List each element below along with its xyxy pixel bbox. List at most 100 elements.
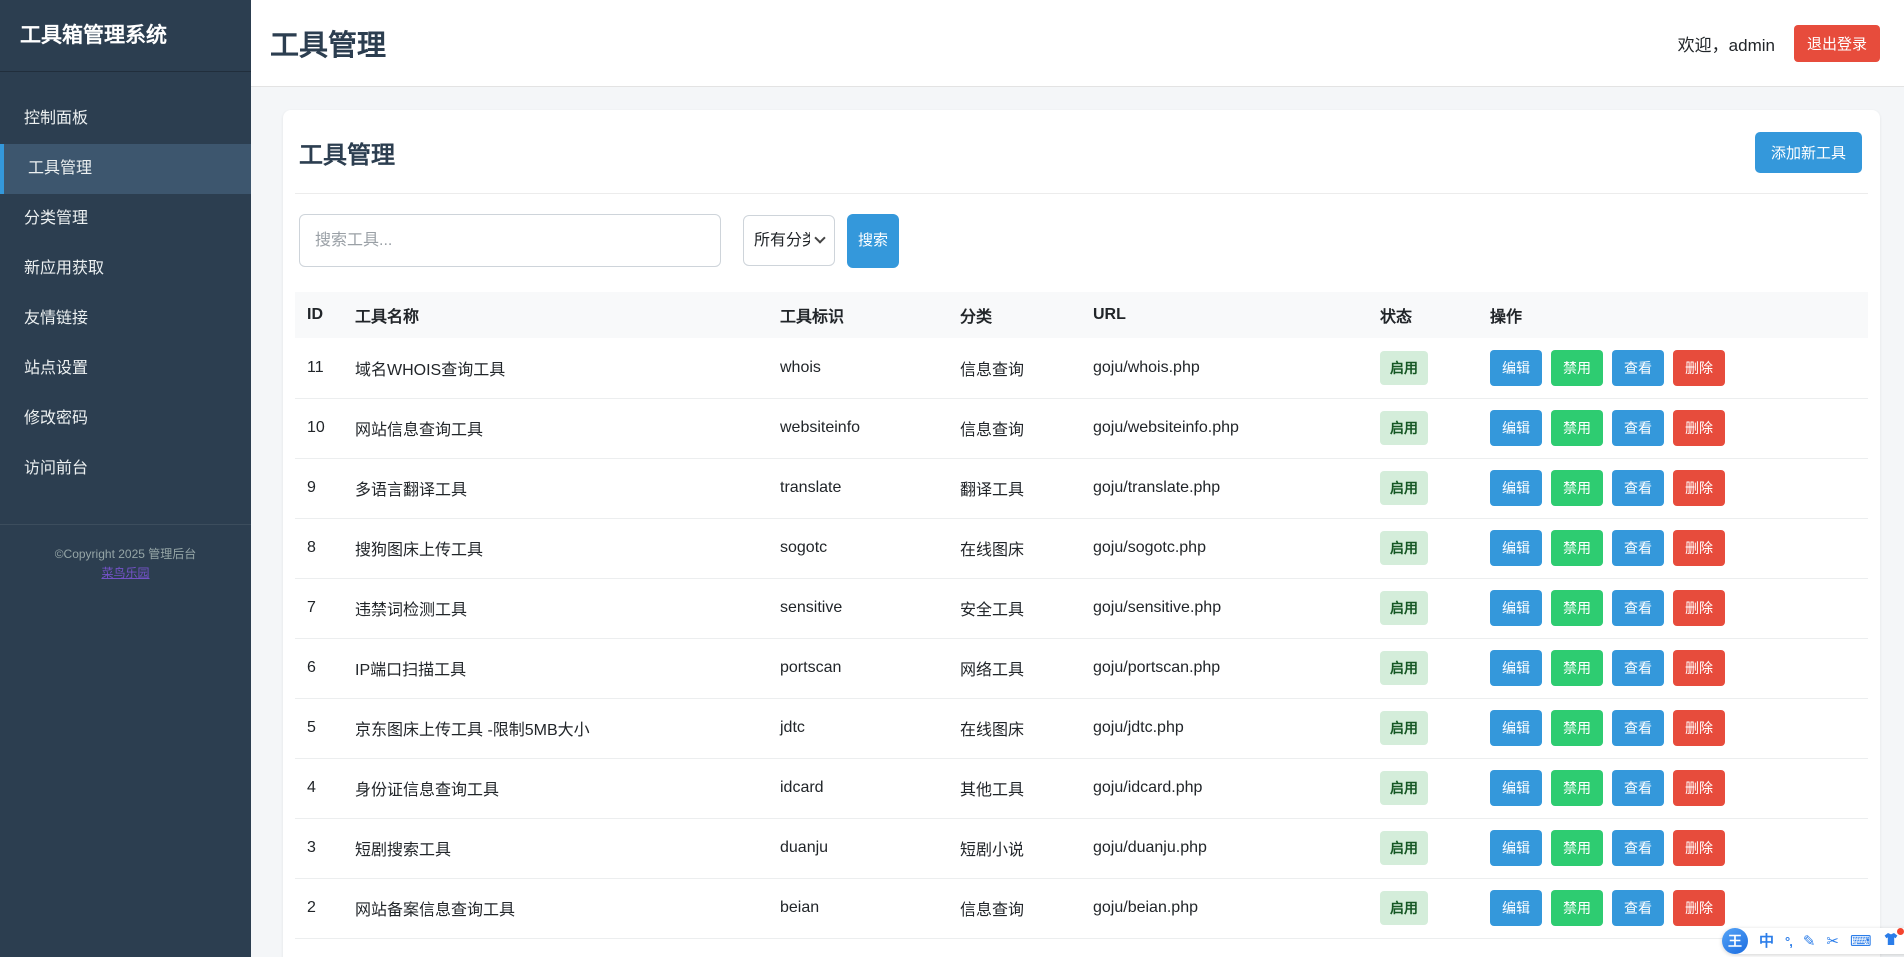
cell-category: 在线图床 — [948, 698, 1081, 758]
content: 工具管理 添加新工具 所有分类 搜索 ID工具 — [251, 87, 1904, 957]
cell-actions: 编辑禁用查看删除 — [1478, 458, 1868, 518]
delete-button[interactable]: 删除 — [1673, 710, 1725, 746]
edit-button[interactable]: 编辑 — [1490, 710, 1542, 746]
status-badge: 启用 — [1380, 591, 1428, 625]
cell-status: 启用 — [1368, 578, 1478, 638]
view-button[interactable]: 查看 — [1612, 770, 1664, 806]
view-button[interactable]: 查看 — [1612, 890, 1664, 926]
skin-icon[interactable] — [1883, 932, 1899, 950]
cell-slug: sogotc — [768, 518, 948, 578]
sidebar: 工具箱管理系统 控制面板工具管理分类管理新应用获取友情链接站点设置修改密码访问前… — [0, 0, 251, 957]
edit-button[interactable]: 编辑 — [1490, 530, 1542, 566]
handwriting-icon[interactable]: ✎ — [1803, 934, 1816, 949]
view-button[interactable]: 查看 — [1612, 650, 1664, 686]
topbar: 工具管理 欢迎，admin 退出登录 — [251, 0, 1904, 87]
delete-button[interactable]: 删除 — [1673, 830, 1725, 866]
keyboard-icon[interactable]: ⌨ — [1850, 934, 1872, 949]
table-row: 5京东图床上传工具 -限制5MB大小jdtc在线图床goju/jdtc.php启… — [295, 698, 1868, 758]
sidebar-footer: ©Copyright 2025 管理后台 菜鸟乐园 — [0, 524, 251, 583]
view-button[interactable]: 查看 — [1612, 590, 1664, 626]
ime-logo-icon[interactable]: 王 — [1722, 928, 1748, 954]
topbar-right: 欢迎，admin 退出登录 — [1678, 25, 1880, 62]
cell-category: 安全工具 — [948, 578, 1081, 638]
delete-button[interactable]: 删除 — [1673, 530, 1725, 566]
table-row: 9多语言翻译工具translate翻译工具goju/translate.php启… — [295, 458, 1868, 518]
edit-button[interactable]: 编辑 — [1490, 590, 1542, 626]
edit-button[interactable]: 编辑 — [1490, 890, 1542, 926]
edit-button[interactable]: 编辑 — [1490, 410, 1542, 446]
cell-slug: sensitive — [768, 578, 948, 638]
cell-status: 启用 — [1368, 758, 1478, 818]
sidebar-item-visit-frontend[interactable]: 访问前台 — [0, 444, 251, 494]
view-button[interactable]: 查看 — [1612, 350, 1664, 386]
delete-button[interactable]: 删除 — [1673, 410, 1725, 446]
status-badge: 启用 — [1380, 471, 1428, 505]
sidebar-item-tool-management[interactable]: 工具管理 — [0, 144, 251, 194]
delete-button[interactable]: 删除 — [1673, 590, 1725, 626]
delete-button[interactable]: 删除 — [1673, 770, 1725, 806]
edit-button[interactable]: 编辑 — [1490, 770, 1542, 806]
disable-button[interactable]: 禁用 — [1551, 770, 1603, 806]
table-row: 7违禁词检测工具sensitive安全工具goju/sensitive.php启… — [295, 578, 1868, 638]
sidebar-item-friend-links[interactable]: 友情链接 — [0, 294, 251, 344]
logout-button[interactable]: 退出登录 — [1794, 25, 1880, 62]
disable-button[interactable]: 禁用 — [1551, 650, 1603, 686]
disable-button[interactable]: 禁用 — [1551, 890, 1603, 926]
column-header-slug: 工具标识 — [768, 292, 948, 338]
sidebar-item-dashboard[interactable]: 控制面板 — [0, 94, 251, 144]
search-input[interactable] — [299, 214, 721, 267]
page-title: 工具管理 — [270, 22, 386, 64]
sidebar-item-new-app-fetch[interactable]: 新应用获取 — [0, 244, 251, 294]
search-button[interactable]: 搜索 — [847, 214, 899, 268]
table-row: 11域名WHOIS查询工具whois信息查询goju/whois.php启用编辑… — [295, 338, 1868, 398]
ime-language-mode-icon[interactable]: 中 — [1759, 934, 1774, 949]
cell-id: 11 — [295, 338, 343, 398]
table-row: 10网站信息查询工具websiteinfo信息查询goju/websiteinf… — [295, 398, 1868, 458]
edit-button[interactable]: 编辑 — [1490, 830, 1542, 866]
cell-url: goju/sensitive.php — [1081, 578, 1368, 638]
cell-url: goju/translate.php — [1081, 458, 1368, 518]
disable-button[interactable]: 禁用 — [1551, 710, 1603, 746]
cell-category: 翻译工具 — [948, 458, 1081, 518]
disable-button[interactable]: 禁用 — [1551, 590, 1603, 626]
delete-button[interactable]: 删除 — [1673, 890, 1725, 926]
disable-button[interactable]: 禁用 — [1551, 350, 1603, 386]
view-button[interactable]: 查看 — [1612, 410, 1664, 446]
sidebar-nav: 控制面板工具管理分类管理新应用获取友情链接站点设置修改密码访问前台 — [0, 72, 251, 494]
punctuation-icon[interactable]: °, — [1785, 935, 1792, 948]
cell-category: 其他工具 — [948, 758, 1081, 818]
category-select[interactable]: 所有分类 — [743, 215, 835, 266]
scissors-icon[interactable]: ✂ — [1826, 934, 1839, 949]
view-button[interactable]: 查看 — [1612, 470, 1664, 506]
copyright-link[interactable]: 菜鸟乐园 — [101, 566, 149, 580]
disable-button[interactable]: 禁用 — [1551, 470, 1603, 506]
view-button[interactable]: 查看 — [1612, 710, 1664, 746]
sidebar-item-change-password[interactable]: 修改密码 — [0, 394, 251, 444]
cell-name: 域名WHOIS查询工具 — [343, 338, 768, 398]
cell-id: 7 — [295, 578, 343, 638]
welcome-text: 欢迎，admin — [1678, 31, 1775, 56]
view-button[interactable]: 查看 — [1612, 530, 1664, 566]
search-row: 所有分类 搜索 — [299, 214, 1868, 268]
cell-category: 信息查询 — [948, 398, 1081, 458]
cell-url: goju/duanju.php — [1081, 818, 1368, 878]
view-button[interactable]: 查看 — [1612, 830, 1664, 866]
disable-button[interactable]: 禁用 — [1551, 410, 1603, 446]
edit-button[interactable]: 编辑 — [1490, 470, 1542, 506]
delete-button[interactable]: 删除 — [1673, 470, 1725, 506]
sidebar-item-site-settings[interactable]: 站点设置 — [0, 344, 251, 394]
disable-button[interactable]: 禁用 — [1551, 830, 1603, 866]
cell-slug: duanju — [768, 818, 948, 878]
card-title: 工具管理 — [299, 135, 395, 170]
cell-actions: 编辑禁用查看删除 — [1478, 758, 1868, 818]
delete-button[interactable]: 删除 — [1673, 650, 1725, 686]
edit-button[interactable]: 编辑 — [1490, 350, 1542, 386]
cell-name: 网站信息查询工具 — [343, 398, 768, 458]
column-header-url: URL — [1081, 292, 1368, 338]
sidebar-item-category-management[interactable]: 分类管理 — [0, 194, 251, 244]
delete-button[interactable]: 删除 — [1673, 350, 1725, 386]
add-tool-button[interactable]: 添加新工具 — [1755, 132, 1862, 173]
edit-button[interactable]: 编辑 — [1490, 650, 1542, 686]
cell-status: 启用 — [1368, 698, 1478, 758]
disable-button[interactable]: 禁用 — [1551, 530, 1603, 566]
